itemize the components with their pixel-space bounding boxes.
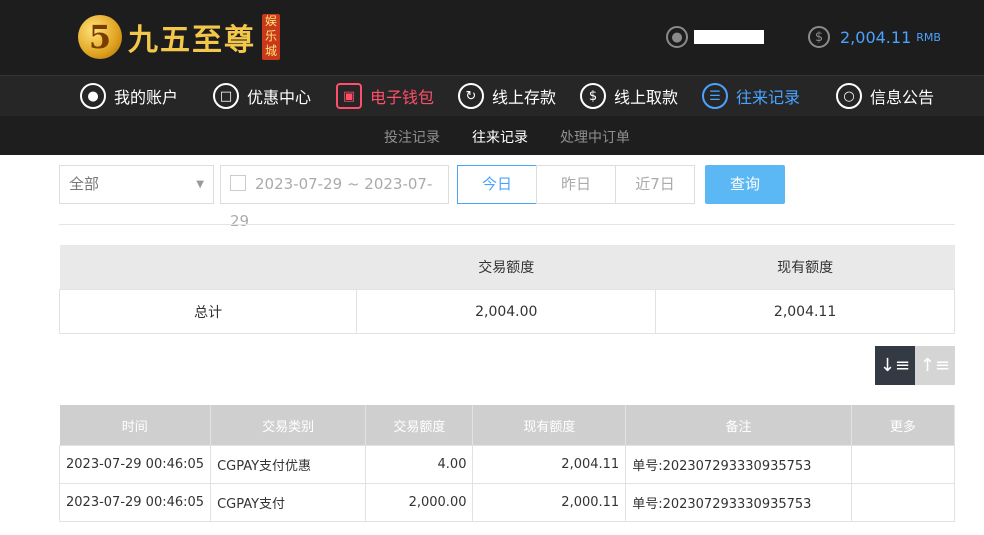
cell-current-amount: 2,000.11 xyxy=(472,483,627,522)
quick-7days-button[interactable]: 近7日 xyxy=(615,165,695,204)
summary-label: 总计 xyxy=(58,289,358,334)
gift-icon: □ xyxy=(213,83,239,109)
cell-remark: 单号:202307293330935753 xyxy=(625,445,852,484)
nav-transaction-records[interactable]: ☰ 往来记录 xyxy=(702,83,800,109)
user-icon: ● xyxy=(80,83,106,109)
nav-online-withdraw[interactable]: $ 线上取款 xyxy=(580,83,678,109)
logo-tag: 娱乐城 xyxy=(262,14,280,60)
logo-mark: 5 xyxy=(78,15,122,59)
nav-label: 我的账户 xyxy=(114,88,179,107)
nav-e-wallet[interactable]: ▣ 电子钱包 xyxy=(336,83,434,109)
site-logo[interactable]: 5 九五至尊 娱乐城 xyxy=(78,10,280,64)
type-select[interactable]: 全部 ▼ xyxy=(59,165,214,204)
cell-remark: 单号:202307293330935753 xyxy=(625,483,852,522)
date-range-value: 2023-07-29 ~ 2023-07-29 xyxy=(230,175,433,230)
records-table: 时间 交易类别 交易额度 现有额度 备注 更多 2023-07-29 00:46… xyxy=(58,405,956,522)
balance-display: $ 2,004.11 RMB xyxy=(808,26,941,48)
sub-nav: 投注记录 往来记录 处理中订单 xyxy=(0,116,984,158)
balance-unit: RMB xyxy=(916,30,941,44)
sort-asc-icon[interactable]: ↑≡ xyxy=(915,346,955,385)
nav-online-deposit[interactable]: ↻ 线上存款 xyxy=(458,83,556,109)
logo-text: 九五至尊 xyxy=(128,23,256,58)
summary-current-amount: 2,004.11 xyxy=(655,289,955,334)
cell-time: 2023-07-29 00:46:05 xyxy=(58,445,212,484)
nav-label: 电子钱包 xyxy=(370,88,435,107)
summary-row: 总计 2,004.00 2,004.11 xyxy=(58,289,955,334)
type-select-value: 全部 xyxy=(69,175,100,193)
column-header: 现有额度 xyxy=(472,405,627,446)
sort-desc-icon[interactable]: ↓≡ xyxy=(875,346,915,385)
nav-my-account[interactable]: ● 我的账户 xyxy=(80,83,178,109)
column-header: 交易类别 xyxy=(210,405,367,446)
table-row: 2023-07-29 00:46:05 CGPAY支付优惠 4.00 2,004… xyxy=(58,445,956,484)
nav-label: 信息公告 xyxy=(870,88,935,107)
cell-trade-amount: 2,000.00 xyxy=(365,483,474,522)
chevron-down-icon: ▼ xyxy=(196,179,204,190)
summary-header xyxy=(59,245,357,290)
tab-transaction-records[interactable]: 往来记录 xyxy=(472,127,528,158)
balance-value: 2,004.11 xyxy=(840,27,912,47)
column-header: 更多 xyxy=(851,405,956,446)
query-button[interactable]: 查询 xyxy=(705,165,785,204)
quick-today-button[interactable]: 今日 xyxy=(457,165,537,204)
nav-label: 优惠中心 xyxy=(247,88,312,107)
nav-promotions[interactable]: □ 优惠中心 xyxy=(213,83,311,109)
nav-label: 往来记录 xyxy=(736,88,801,107)
sort-controls: ↓≡ ↑≡ xyxy=(875,346,955,385)
tab-pending-orders[interactable]: 处理中订单 xyxy=(560,127,630,147)
divider xyxy=(59,224,955,225)
cell-current-amount: 2,004.11 xyxy=(472,445,627,484)
dollar-coin-icon: $ xyxy=(808,26,830,48)
summary-header: 现有额度 xyxy=(655,245,955,290)
summary-table: 交易额度 现有额度 总计 2,004.00 2,004.11 xyxy=(58,245,955,334)
masked-username xyxy=(694,30,764,44)
nav-announcements[interactable]: ○ 信息公告 xyxy=(836,83,934,109)
top-header: 5 九五至尊 娱乐城 ● $ 2,004.11 RMB xyxy=(0,0,984,75)
column-header: 备注 xyxy=(625,405,852,446)
summary-trade-amount: 2,004.00 xyxy=(356,289,657,334)
user-icon: ● xyxy=(666,26,688,48)
nav-label: 线上存款 xyxy=(492,88,557,107)
withdraw-icon: $ xyxy=(580,83,606,109)
cell-time: 2023-07-29 00:46:05 xyxy=(58,483,212,522)
calendar-icon xyxy=(230,174,246,191)
column-header: 交易额度 xyxy=(365,405,474,446)
deposit-icon: ↻ xyxy=(458,83,484,109)
cell-trade-amount: 4.00 xyxy=(365,445,474,484)
date-range-input[interactable]: 2023-07-29 ~ 2023-07-29 xyxy=(220,165,449,230)
main-nav: ● 我的账户 □ 优惠中心 ▣ 电子钱包 ↻ 线上存款 $ 线上取款 ☰ 往来记… xyxy=(0,75,984,116)
bell-icon: ○ xyxy=(836,83,862,109)
cell-type: CGPAY支付 xyxy=(210,483,367,522)
quick-yesterday-button[interactable]: 昨日 xyxy=(536,165,616,204)
table-row: 2023-07-29 00:46:05 CGPAY支付 2,000.00 2,0… xyxy=(58,483,956,522)
wallet-icon: ▣ xyxy=(336,83,362,109)
column-header: 时间 xyxy=(59,405,212,446)
cell-more[interactable] xyxy=(850,445,956,484)
cell-type: CGPAY支付优惠 xyxy=(210,445,367,484)
user-menu[interactable]: ● xyxy=(666,26,764,48)
tab-bet-records[interactable]: 投注记录 xyxy=(384,127,440,147)
cell-more[interactable] xyxy=(850,483,956,522)
nav-label: 线上取款 xyxy=(614,88,679,107)
records-icon: ☰ xyxy=(702,83,728,109)
summary-header: 交易额度 xyxy=(356,245,656,290)
